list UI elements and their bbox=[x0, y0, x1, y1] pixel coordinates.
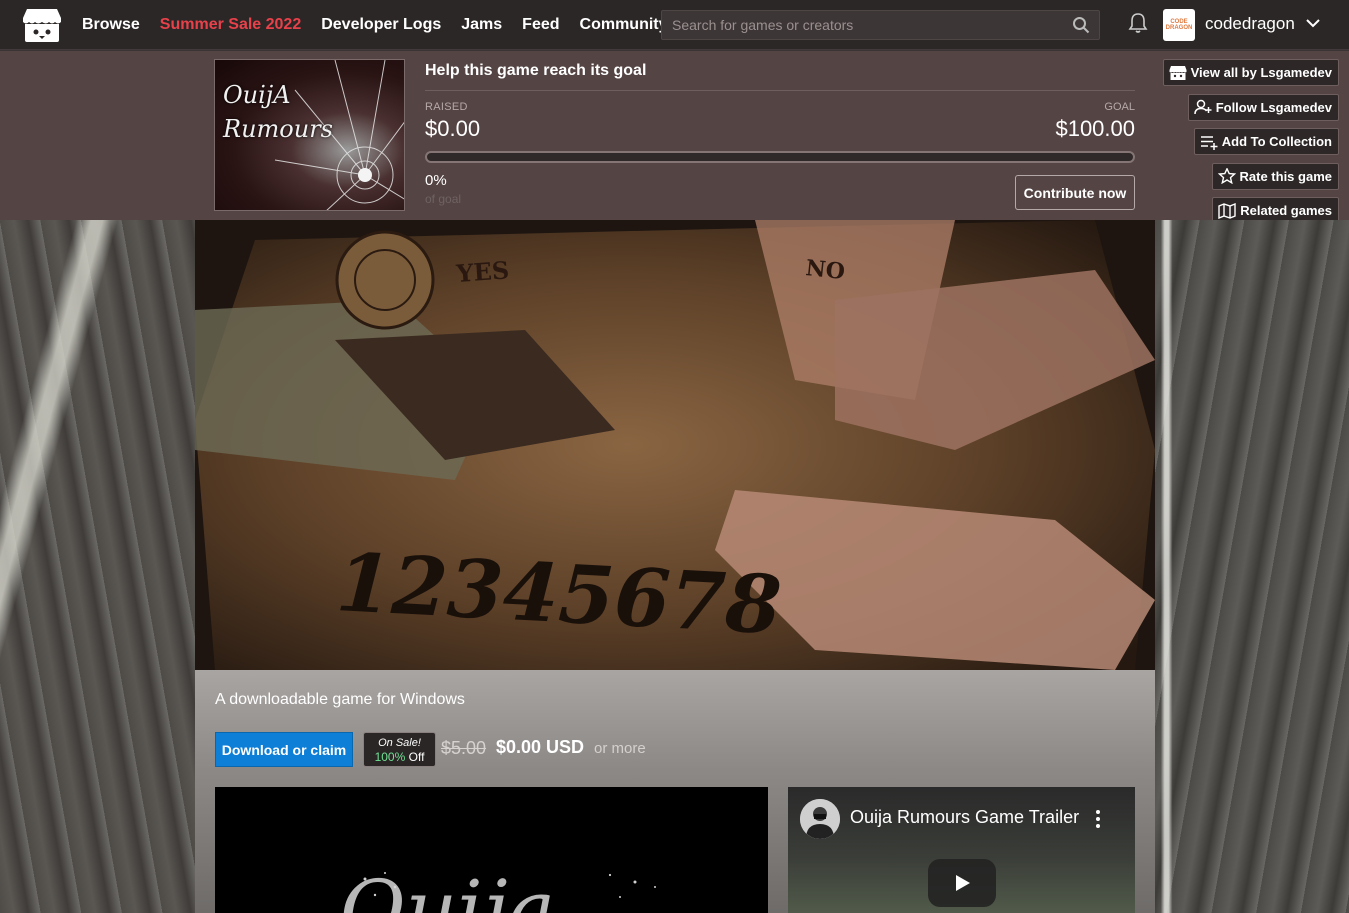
original-price: $5.00 bbox=[441, 738, 487, 758]
game-content: A downloadable game for Windows Download… bbox=[195, 670, 1155, 913]
itchio-logo-icon[interactable] bbox=[22, 7, 62, 43]
itchio-icon bbox=[1169, 65, 1187, 80]
raised-value: $0.00 bbox=[425, 116, 481, 141]
game-cover-image[interactable]: OuijA Rumours bbox=[214, 59, 405, 211]
raised-label: RAISED bbox=[425, 101, 468, 113]
game-banner-image: YES NO 12345678 bbox=[195, 220, 1155, 670]
search-icon[interactable] bbox=[1072, 16, 1090, 34]
more-options-icon[interactable] bbox=[1093, 809, 1103, 829]
play-icon bbox=[956, 875, 970, 891]
download-button[interactable]: Download or claim bbox=[215, 732, 353, 767]
goal-heading: Help this game reach its goal bbox=[425, 62, 647, 79]
search-input[interactable] bbox=[662, 11, 1062, 39]
add-to-collection-button[interactable]: Add To Collection bbox=[1193, 128, 1339, 155]
play-button[interactable] bbox=[928, 859, 996, 907]
cover-title: OuijA Rumours bbox=[223, 81, 333, 143]
nav-jams[interactable]: Jams bbox=[461, 16, 502, 34]
view-all-by-author-button[interactable]: View all by Lsgamedev bbox=[1162, 59, 1339, 86]
sale-badge: On Sale! 100% Off bbox=[363, 732, 436, 767]
follow-author-button[interactable]: Follow Lsgamedev bbox=[1187, 93, 1339, 121]
goal-percent-caption: of goal bbox=[425, 192, 462, 206]
trailer-title[interactable]: Ouija Rumours Game Trailer bbox=[850, 807, 1079, 828]
bell-icon[interactable] bbox=[1128, 12, 1148, 34]
channel-avatar[interactable] bbox=[800, 799, 840, 839]
sale-price: $0.00 USD bbox=[496, 737, 585, 757]
price-or-more: or more bbox=[594, 740, 646, 757]
board-yes-text: YES bbox=[454, 255, 510, 288]
nav-community[interactable]: Community bbox=[580, 16, 668, 34]
game-actions: View all by Lsgamedev Follow Lsgamedev A… bbox=[1162, 59, 1339, 232]
add-collection-icon bbox=[1200, 135, 1218, 150]
funding-goal-panel: OuijA Rumours Help this game reach its g… bbox=[0, 51, 1349, 220]
goal-value: $100.00 bbox=[1055, 116, 1135, 141]
username[interactable]: codedragon bbox=[1205, 14, 1295, 34]
goal-divider bbox=[425, 90, 1135, 91]
video-title-art: Ouija bbox=[215, 787, 768, 913]
search-box bbox=[661, 10, 1100, 40]
avatar[interactable]: CODE DRAGON bbox=[1163, 9, 1195, 41]
goal-label: GOAL bbox=[1104, 101, 1135, 113]
channel-avatar-image bbox=[800, 799, 840, 839]
map-icon bbox=[1218, 202, 1236, 219]
follow-user-icon bbox=[1193, 99, 1212, 115]
star-icon bbox=[1217, 168, 1236, 184]
top-nav: Browse Summer Sale 2022 Developer Logs J… bbox=[0, 0, 1349, 50]
ouija-board-illustration: YES NO 12345678 bbox=[195, 220, 1155, 670]
game-video-embed[interactable]: Ouija bbox=[215, 787, 768, 913]
contribute-button[interactable]: Contribute now bbox=[1015, 175, 1135, 210]
nav-summer-sale[interactable]: Summer Sale 2022 bbox=[160, 16, 301, 34]
board-no-text: NO bbox=[804, 255, 846, 285]
video-left-title: Ouija bbox=[340, 863, 555, 913]
nav-browse[interactable]: Browse bbox=[82, 16, 140, 34]
avatar-text: CODE DRAGON bbox=[1165, 19, 1193, 31]
chevron-down-icon[interactable] bbox=[1305, 17, 1321, 29]
youtube-trailer-embed[interactable]: Ouija Rumours Game Trailer bbox=[788, 787, 1135, 913]
background-art-right bbox=[1155, 220, 1349, 913]
nav-developer-logs[interactable]: Developer Logs bbox=[321, 16, 441, 34]
sale-badge-title: On Sale! bbox=[378, 736, 421, 749]
goal-progress-bar bbox=[425, 151, 1135, 163]
rate-game-button[interactable]: Rate this game bbox=[1211, 162, 1339, 190]
sale-badge-discount: 100% Off bbox=[374, 749, 425, 764]
background-art-left bbox=[0, 220, 195, 913]
goal-percent: 0% bbox=[425, 172, 447, 189]
game-tagline: A downloadable game for Windows bbox=[215, 691, 465, 708]
nav-feed[interactable]: Feed bbox=[522, 16, 559, 34]
